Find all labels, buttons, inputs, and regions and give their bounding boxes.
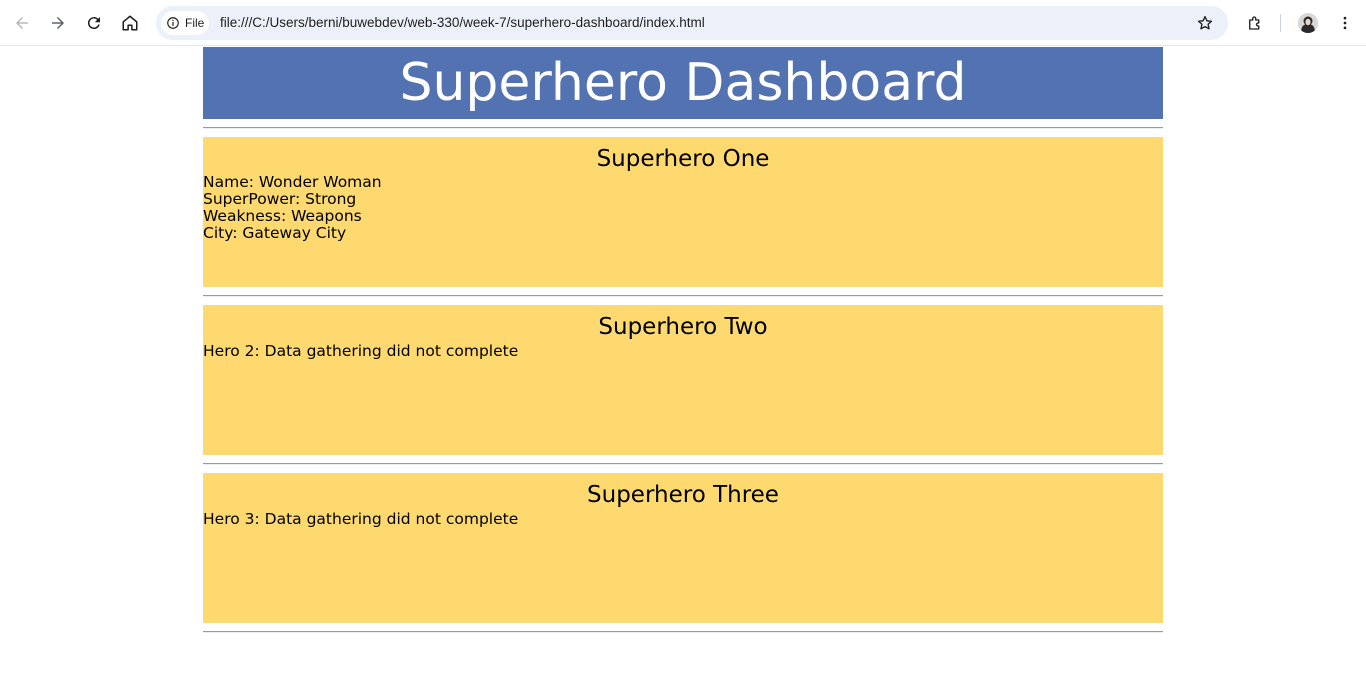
avatar[interactable] — [1298, 13, 1318, 33]
horizontal-rule — [203, 631, 1163, 633]
superhero-card-two: Superhero Two Hero 2: Data gathering did… — [203, 305, 1163, 455]
hero-weakness: Weakness: Weapons — [203, 207, 362, 225]
card-heading: Superhero Three — [587, 482, 779, 508]
horizontal-rule — [203, 295, 1163, 297]
reload-button[interactable] — [79, 8, 109, 38]
superhero-card-three: Superhero Three Hero 3: Data gathering d… — [203, 473, 1163, 623]
kebab-menu-icon — [1343, 16, 1347, 30]
card-heading: Superhero Two — [598, 314, 768, 340]
superhero-card-one: Superhero One Name: Wonder Woman SuperPo… — [203, 137, 1163, 287]
hero-city: City: Gateway City — [203, 224, 347, 242]
forward-arrow-icon — [52, 17, 64, 29]
extensions-icon — [1249, 16, 1260, 30]
browser-menu-button[interactable] — [1330, 8, 1360, 38]
home-button[interactable] — [115, 8, 145, 38]
forward-button[interactable] — [43, 8, 73, 38]
hero-error-message: Hero 3: Data gathering did not complete — [203, 510, 519, 528]
extensions-button[interactable] — [1240, 8, 1270, 38]
dashboard-header: Superhero Dashboard — [203, 47, 1163, 119]
site-info-chip[interactable]: File — [161, 11, 209, 35]
hero-error-message: Hero 2: Data gathering did not complete — [203, 342, 519, 360]
home-icon — [122, 15, 138, 31]
horizontal-rule — [203, 127, 1163, 129]
hero-superpower: SuperPower: Strong — [203, 190, 357, 208]
card-heading: Superhero One — [596, 146, 770, 172]
hero-name: Name: Wonder Woman — [203, 173, 382, 191]
back-arrow-icon — [16, 17, 28, 29]
toolbar-divider — [1280, 14, 1281, 32]
dashboard-page: Superhero Dashboard Superhero One Name: … — [203, 47, 1163, 641]
horizontal-rule — [203, 463, 1163, 465]
site-chip-label: File — [185, 16, 205, 30]
info-icon — [167, 17, 179, 29]
bookmark-button[interactable] — [1190, 8, 1220, 38]
address-bar[interactable]: File file:///C:/Users/berni/buwebdev/web… — [156, 6, 1228, 40]
page-title: Superhero Dashboard — [399, 53, 967, 113]
url-text[interactable]: file:///C:/Users/berni/buwebdev/web-330/… — [220, 6, 705, 40]
back-button[interactable] — [7, 8, 37, 38]
reload-icon — [87, 17, 100, 30]
browser-toolbar: File file:///C:/Users/berni/buwebdev/web… — [0, 0, 1366, 46]
star-icon — [1197, 15, 1213, 30]
profile-avatar-image — [1298, 13, 1318, 33]
